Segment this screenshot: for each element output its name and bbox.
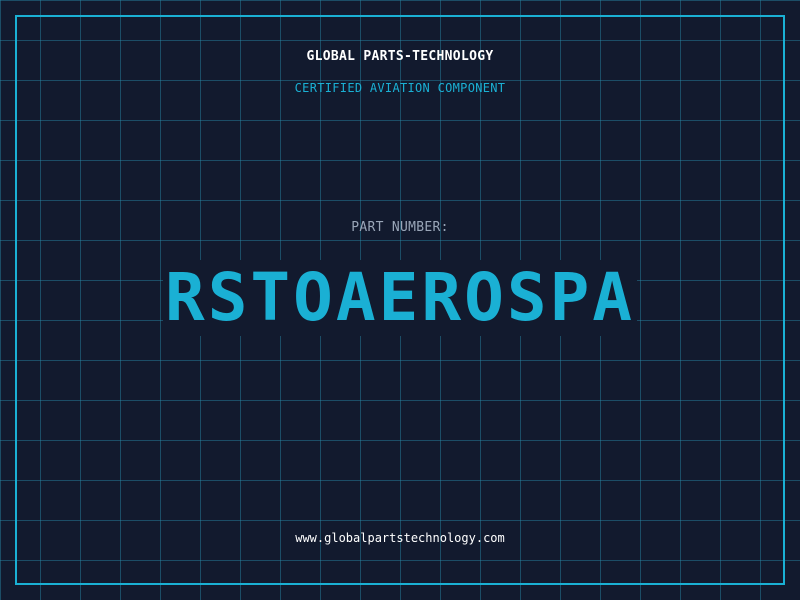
certification-subtitle: CERTIFIED AVIATION COMPONENT [294, 81, 506, 95]
part-number-container: RSTOAEROSPA [0, 260, 800, 336]
website-url: www.globalpartstechnology.com [295, 531, 505, 545]
part-number-label: PART NUMBER: [351, 220, 449, 235]
part-number-value: RSTOAEROSPA [162, 259, 638, 336]
company-name: GLOBAL PARTS-TECHNOLOGY [306, 49, 494, 64]
certificate-card: GLOBAL PARTS-TECHNOLOGY CERTIFIED AVIATI… [0, 0, 800, 600]
